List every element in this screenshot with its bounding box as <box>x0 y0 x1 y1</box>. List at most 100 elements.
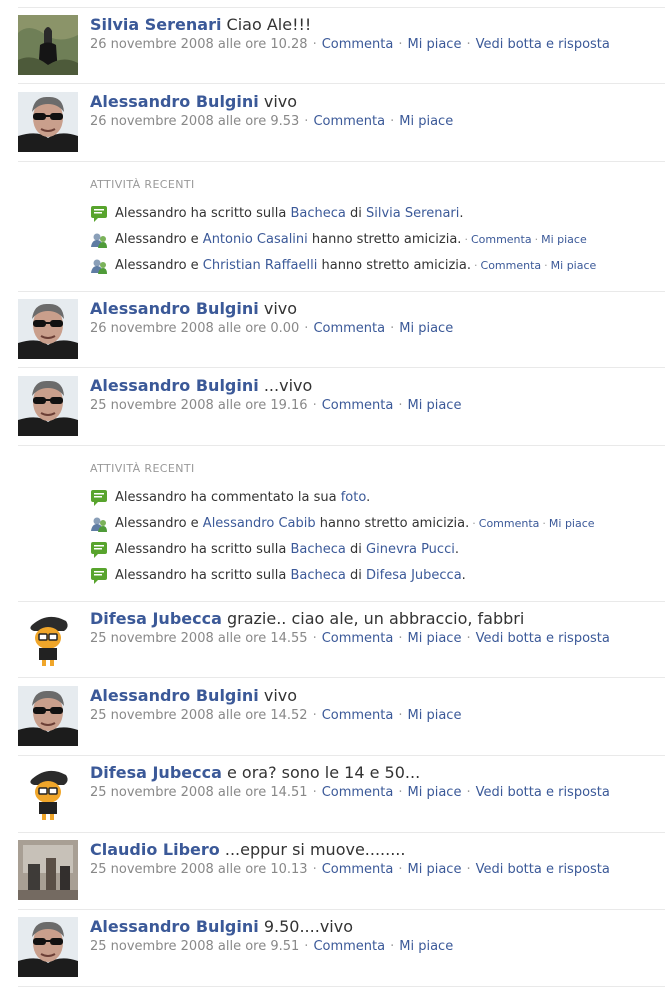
activity-text: Alessandro e <box>115 516 203 531</box>
post-message: ...eppur si muove........ <box>224 840 406 859</box>
comment-link[interactable]: Commenta <box>313 114 385 129</box>
activity-text: Alessandro ha scritto sulla <box>115 542 291 557</box>
comment-link[interactable]: Commenta <box>322 862 394 877</box>
comment-link[interactable]: Commenta <box>322 398 394 413</box>
post-date: 25 novembre 2008 alle ore 10.13 <box>90 862 308 877</box>
post-message: ...vivo <box>263 376 313 395</box>
meta-separator: · <box>304 321 309 336</box>
avatar[interactable] <box>18 15 78 75</box>
like-link[interactable]: Mi piace <box>408 862 462 877</box>
wall-to-wall-link[interactable]: Vedi botta e risposta <box>476 785 610 800</box>
activity-text: Alessandro e <box>115 258 203 273</box>
divider <box>18 161 665 162</box>
author-link[interactable]: Difesa Jubecca <box>90 763 222 782</box>
profile-link[interactable]: Christian Raffaelli <box>203 258 318 273</box>
like-link[interactable]: Mi piace <box>408 708 462 723</box>
recent-activity: ATTIVITÀ RECENTI Alessandro ha commentat… <box>90 462 665 593</box>
avatar[interactable] <box>18 376 78 436</box>
comment-link[interactable]: Commenta <box>481 259 542 272</box>
like-link[interactable]: Mi piace <box>408 37 462 52</box>
wall-post-icon <box>90 205 108 223</box>
divider <box>18 83 665 84</box>
profile-link[interactable]: Alessandro Cabib <box>203 516 316 531</box>
post-date: 25 novembre 2008 alle ore 19.16 <box>90 398 308 413</box>
activity-text: . <box>366 490 371 505</box>
like-link[interactable]: Mi piace <box>408 631 462 646</box>
author-link[interactable]: Alessandro Bulgini <box>90 686 259 705</box>
meta-separator: · <box>312 631 317 646</box>
post-meta: 25 novembre 2008 alle ore 10.13 · Commenta… <box>90 862 610 878</box>
divider <box>18 677 665 678</box>
author-link[interactable]: Alessandro Bulgini <box>90 376 259 395</box>
divider <box>18 367 665 368</box>
meta-separator: · <box>304 114 309 129</box>
avatar[interactable] <box>18 609 78 669</box>
avatar[interactable] <box>18 763 78 823</box>
post-message: vivo <box>263 92 298 111</box>
meta-separator: · <box>398 398 403 413</box>
meta-separator: · <box>466 37 471 52</box>
comment-link[interactable]: Commenta <box>322 631 394 646</box>
author-link[interactable]: Silvia Serenari <box>90 15 221 34</box>
comment-link[interactable]: Commenta <box>322 708 394 723</box>
activity-text: di <box>345 542 367 557</box>
meta-separator: · <box>464 233 468 246</box>
post-meta: 26 novembre 2008 alle ore 10.28 · Commenta… <box>90 37 610 53</box>
post-meta: 26 novembre 2008 alle ore 0.00 · Commenta ·… <box>90 321 453 337</box>
post-message: vivo <box>263 299 298 318</box>
post-message: 9.50....vivo <box>263 917 353 936</box>
meta-separator: · <box>390 321 395 336</box>
like-link[interactable]: Mi piace <box>399 939 453 954</box>
post-text: Difesa Jubecca grazie.. ciao ale, un abb… <box>90 609 524 629</box>
meta-separator: · <box>534 233 539 246</box>
avatar[interactable] <box>18 840 78 900</box>
wall-to-wall-link[interactable]: Vedi botta e risposta <box>476 37 610 52</box>
author-link[interactable]: Alessandro Bulgini <box>90 92 259 111</box>
like-link[interactable]: Mi piace <box>551 259 597 272</box>
activity-item: Alessandro e Antonio Casalini hanno stre… <box>90 231 665 257</box>
comment-link[interactable]: Commenta <box>313 939 385 954</box>
author-link[interactable]: Difesa Jubecca <box>90 609 222 628</box>
like-link[interactable]: Mi piace <box>541 233 587 246</box>
comment-link[interactable]: Commenta <box>313 321 385 336</box>
wall-link[interactable]: Bacheca <box>290 568 345 583</box>
author-link[interactable]: Alessandro Bulgini <box>90 917 259 936</box>
avatar[interactable] <box>18 917 78 977</box>
profile-link[interactable]: Antonio Casalini <box>203 232 308 247</box>
meta-separator: · <box>466 862 471 877</box>
like-link[interactable]: Mi piace <box>399 114 453 129</box>
friends-icon <box>90 231 108 249</box>
wall-link[interactable]: Bacheca <box>290 542 345 557</box>
like-link[interactable]: Mi piace <box>399 321 453 336</box>
divider <box>18 291 665 292</box>
avatar[interactable] <box>18 686 78 746</box>
like-link[interactable]: Mi piace <box>408 398 462 413</box>
profile-link[interactable]: Ginevra Pucci <box>366 542 455 557</box>
avatar[interactable] <box>18 299 78 359</box>
wall-to-wall-link[interactable]: Vedi botta e risposta <box>476 862 610 877</box>
profile-link[interactable]: Difesa Jubecca <box>366 568 462 583</box>
like-link[interactable]: Mi piace <box>549 517 595 530</box>
meta-separator: · <box>312 37 317 52</box>
author-link[interactable]: Claudio Libero <box>90 840 220 859</box>
comment-link[interactable]: Commenta <box>322 785 394 800</box>
post-message: grazie.. ciao ale, un abbraccio, fabbri <box>226 609 525 628</box>
like-link[interactable]: Mi piace <box>408 785 462 800</box>
activity-text: hanno stretto amicizia. <box>315 516 470 531</box>
avatar[interactable] <box>18 92 78 152</box>
meta-separator: · <box>398 631 403 646</box>
author-link[interactable]: Alessandro Bulgini <box>90 299 259 318</box>
profile-link[interactable]: Silvia Serenari <box>366 206 459 221</box>
comment-link[interactable]: Commenta <box>471 233 532 246</box>
wall-link[interactable]: Bacheca <box>290 206 345 221</box>
recent-activity: ATTIVITÀ RECENTI Alessandro ha scritto s… <box>90 178 665 283</box>
post-text: Silvia Serenari Ciao Ale!!! <box>90 15 311 35</box>
wall-to-wall-link[interactable]: Vedi botta e risposta <box>476 631 610 646</box>
comment-link[interactable]: Commenta <box>479 517 540 530</box>
activity-text: . <box>454 542 459 557</box>
activity-text: Alessandro ha scritto sulla <box>115 568 291 583</box>
photo-link[interactable]: foto <box>341 490 366 505</box>
friends-icon <box>90 515 108 533</box>
post-date: 26 novembre 2008 alle ore 9.53 <box>90 114 300 129</box>
comment-link[interactable]: Commenta <box>322 37 394 52</box>
